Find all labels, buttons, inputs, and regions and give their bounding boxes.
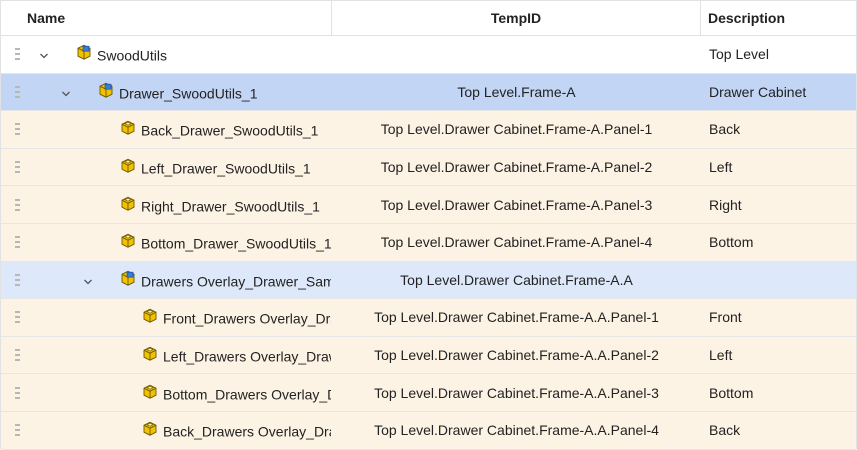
- tempid-cell[interactable]: Top Level.Drawer Cabinet.Frame-A.A.Panel…: [332, 412, 701, 449]
- description-cell[interactable]: Bottom: [701, 374, 856, 411]
- description-cell[interactable]: Left: [701, 337, 856, 374]
- tempid-cell[interactable]: Top Level.Drawer Cabinet.Frame-A.A.Panel…: [332, 374, 701, 411]
- tempid-cell[interactable]: Top Level.Drawer Cabinet.Frame-A.A.Panel…: [332, 337, 701, 374]
- assembly-icon: [97, 81, 115, 99]
- drag-handle-icon[interactable]: [15, 311, 20, 324]
- grid-header: Name TempID Description: [1, 1, 856, 36]
- name-cell: Back_Drawers Overlay_Drav: [1, 412, 332, 449]
- description-cell[interactable]: Bottom: [701, 224, 856, 261]
- component-name[interactable]: Bottom_Drawer_SwoodUtils_1: [141, 236, 331, 252]
- column-header-name[interactable]: Name: [1, 1, 332, 35]
- component-name[interactable]: Right_Drawer_SwoodUtils_1: [141, 198, 320, 214]
- drag-handle-icon[interactable]: [15, 85, 20, 98]
- description-cell[interactable]: Back: [701, 111, 856, 148]
- part-icon: [119, 156, 137, 174]
- description-cell[interactable]: Front: [701, 299, 856, 336]
- description-cell[interactable]: Top Level: [701, 36, 856, 73]
- name-cell: SwoodUtils: [1, 36, 332, 73]
- tree-row[interactable]: Left_Drawers Overlay_Draw Top Level.Drawe…: [1, 336, 856, 375]
- tempid-cell[interactable]: Top Level.Drawer Cabinet.Frame-A.Panel-3: [332, 186, 701, 223]
- tree-row[interactable]: Right_Drawer_SwoodUtils_1 Top Level.Drawe…: [1, 186, 856, 224]
- tree-row[interactable]: Front_Drawers Overlay_Dra Top Level.Drawe…: [1, 299, 856, 337]
- tree-row[interactable]: Back_Drawers Overlay_Drav Top Level.Drawe…: [1, 411, 856, 450]
- component-name[interactable]: Back_Drawer_SwoodUtils_1: [141, 123, 318, 139]
- component-name[interactable]: Drawers Overlay_Drawer_Samp: [141, 273, 331, 289]
- component-name[interactable]: Left_Drawers Overlay_Draw: [163, 349, 331, 365]
- part-icon: [119, 194, 137, 212]
- description-cell[interactable]: [701, 262, 856, 299]
- description-cell[interactable]: Left: [701, 149, 856, 186]
- component-name[interactable]: Back_Drawers Overlay_Drav: [163, 424, 331, 440]
- part-icon: [119, 231, 137, 249]
- tree-row[interactable]: Bottom_Drawers Overlay_D Top Level.Drawer…: [1, 374, 856, 412]
- component-name[interactable]: SwoodUtils: [97, 48, 167, 64]
- part-icon: [141, 307, 159, 325]
- tree-row[interactable]: Bottom_Drawer_SwoodUtils_1 Top Level.Draw…: [1, 223, 856, 262]
- chevron-down-icon[interactable]: [61, 86, 71, 97]
- name-cell: Left_Drawer_SwoodUtils_1: [1, 149, 332, 186]
- name-cell: Left_Drawers Overlay_Draw: [1, 337, 332, 374]
- name-cell: Right_Drawer_SwoodUtils_1: [1, 186, 332, 223]
- drag-handle-icon[interactable]: [15, 349, 20, 362]
- component-name[interactable]: Drawer_SwoodUtils_1: [119, 85, 258, 101]
- tempid-cell[interactable]: Top Level.Drawer Cabinet.Frame-A.A.Panel…: [332, 299, 701, 336]
- drag-handle-icon[interactable]: [15, 424, 20, 437]
- description-cell[interactable]: Drawer Cabinet: [701, 74, 856, 111]
- description-cell[interactable]: Back: [701, 412, 856, 449]
- tempid-cell[interactable]: [332, 36, 701, 73]
- tempid-cell[interactable]: Top Level.Drawer Cabinet.Frame-A.Panel-2: [332, 149, 701, 186]
- drag-handle-icon[interactable]: [15, 161, 20, 174]
- tree-row[interactable]: Left_Drawer_SwoodUtils_1 Top Level.Drawer…: [1, 148, 856, 187]
- tempid-cell[interactable]: Top Level.Drawer Cabinet.Frame-A.Panel-4: [332, 224, 701, 261]
- component-name[interactable]: Bottom_Drawers Overlay_D: [163, 386, 331, 402]
- tempid-cell[interactable]: Top Level.Drawer Cabinet.Frame-A.Panel-1: [332, 111, 701, 148]
- drag-handle-icon[interactable]: [15, 198, 20, 211]
- drag-handle-icon[interactable]: [15, 386, 20, 399]
- part-icon: [141, 419, 159, 437]
- component-name[interactable]: Left_Drawer_SwoodUtils_1: [141, 161, 311, 177]
- name-cell: Back_Drawer_SwoodUtils_1: [1, 111, 332, 148]
- name-cell: Drawer_SwoodUtils_1: [1, 74, 332, 111]
- chevron-down-icon[interactable]: [39, 48, 49, 59]
- part-icon: [141, 382, 159, 400]
- tree-grid: Name TempID Description SwoodUtils Top Le…: [0, 0, 857, 450]
- part-icon: [141, 344, 159, 362]
- tempid-cell[interactable]: Top Level.Drawer Cabinet.Frame-A.A: [332, 262, 701, 299]
- column-header-tempid[interactable]: TempID: [332, 1, 701, 35]
- drag-handle-icon[interactable]: [15, 48, 20, 61]
- drag-handle-icon[interactable]: [15, 236, 20, 249]
- description-cell[interactable]: Right: [701, 186, 856, 223]
- part-icon: [119, 119, 137, 137]
- name-cell: Bottom_Drawer_SwoodUtils_1: [1, 224, 332, 261]
- assembly-icon: [119, 269, 137, 287]
- tree-row[interactable]: Back_Drawer_SwoodUtils_1 Top Level.Drawer…: [1, 111, 856, 149]
- component-name[interactable]: Front_Drawers Overlay_Dra: [163, 311, 331, 327]
- name-cell: Drawers Overlay_Drawer_Samp: [1, 262, 332, 299]
- name-cell: Bottom_Drawers Overlay_D: [1, 374, 332, 411]
- chevron-down-icon[interactable]: [83, 274, 93, 285]
- tree-row[interactable]: SwoodUtils Top Level: [1, 36, 856, 74]
- column-header-description[interactable]: Description: [701, 1, 856, 35]
- grid-body: SwoodUtils Top Level Drawer_SwoodUtils_1 To…: [1, 36, 856, 450]
- name-cell: Front_Drawers Overlay_Dra: [1, 299, 332, 336]
- tree-row[interactable]: Drawers Overlay_Drawer_Samp Top Level.Dra…: [1, 261, 856, 300]
- assembly-icon: [75, 43, 93, 61]
- tree-row[interactable]: Drawer_SwoodUtils_1 Top Level.Frame-A Draw…: [1, 73, 856, 112]
- tempid-cell[interactable]: Top Level.Frame-A: [332, 74, 701, 111]
- drag-handle-icon[interactable]: [15, 123, 20, 136]
- drag-handle-icon[interactable]: [15, 273, 20, 286]
